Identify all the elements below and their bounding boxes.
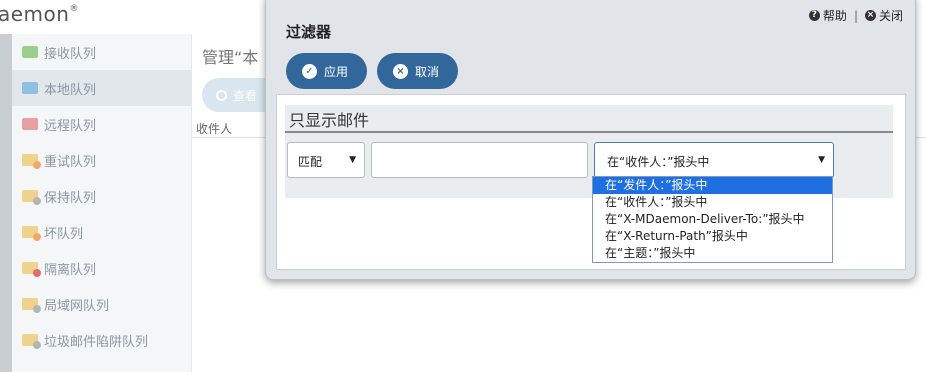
cancel-label: 取消 bbox=[415, 64, 440, 79]
sidebar-item-label: 接收队列 bbox=[44, 46, 97, 62]
apply-button[interactable]: ✓ 应用 bbox=[286, 53, 367, 89]
header-select-value: 在“收件人：”报头中 bbox=[607, 155, 710, 169]
sidebar-item-local-queue[interactable]: 本地队列 bbox=[12, 70, 191, 106]
filter-text-input[interactable] bbox=[371, 142, 588, 178]
local-queue-icon bbox=[22, 82, 38, 94]
sidebar-item-label: 本地队列 bbox=[44, 82, 97, 98]
sidebar-item-retry-queue[interactable]: 重试队列 bbox=[12, 142, 191, 178]
inbox-queue-icon bbox=[22, 46, 38, 58]
help-icon: ? bbox=[808, 10, 820, 21]
left-collapse-strip[interactable]: 霾 bbox=[0, 34, 12, 372]
dialog-top-links: ? 帮助 | × 关闭 bbox=[808, 7, 903, 24]
quarantine-queue-icon bbox=[22, 262, 41, 277]
header-select-dropdown: 在“发件人：”报头中 在“收件人：”报头中 在“X-MDaemon-Delive… bbox=[592, 176, 833, 263]
bad-queue-icon bbox=[22, 226, 41, 241]
dropdown-option-deliver-to[interactable]: 在“X-MDaemon-Deliver-To:”报头中 bbox=[593, 211, 832, 228]
cancel-button[interactable]: × 取消 bbox=[377, 53, 458, 89]
sidebar-item-label: 远程队列 bbox=[44, 118, 97, 134]
lan-queue-icon bbox=[22, 298, 41, 313]
link-divider: | bbox=[853, 8, 858, 23]
sidebar-item-bad-queue[interactable]: 坏队列 bbox=[12, 214, 191, 250]
close-link[interactable]: × 关闭 bbox=[864, 7, 903, 24]
close-label: 关闭 bbox=[878, 9, 903, 23]
sidebar-item-inbound-queue[interactable]: 接收队列 bbox=[12, 34, 191, 70]
dropdown-option-from[interactable]: 在“发件人：”报头中 bbox=[593, 177, 832, 194]
apply-label: 应用 bbox=[324, 64, 349, 79]
dropdown-option-subject[interactable]: 在“主题：”报头中 bbox=[593, 245, 832, 262]
chevron-down-icon: ▼ bbox=[349, 155, 356, 165]
help-label: 帮助 bbox=[822, 9, 847, 23]
view-button-label: 查看 bbox=[233, 89, 258, 103]
section-divider bbox=[285, 131, 893, 133]
sidebar-item-label: 保持队列 bbox=[44, 190, 97, 206]
search-icon bbox=[216, 90, 227, 101]
close-icon: × bbox=[864, 10, 876, 21]
section-title: 只显示邮件 bbox=[289, 111, 370, 130]
sidebar-item-label: 垃圾邮件陷阱队列 bbox=[44, 334, 149, 350]
match-select-value: 匹配 bbox=[298, 155, 323, 169]
hold-queue-icon bbox=[22, 190, 41, 205]
queue-sidebar: 接收队列 本地队列 远程队列 重试队列 保持队列 坏队列 隔离队列 局域网队列 … bbox=[12, 34, 192, 372]
sidebar-item-hold-queue[interactable]: 保持队列 bbox=[12, 178, 191, 214]
chevron-down-icon: ▼ bbox=[818, 155, 825, 165]
sidebar-item-label: 坏队列 bbox=[44, 226, 84, 242]
match-select[interactable]: 匹配 ▼ bbox=[287, 142, 365, 178]
dropdown-option-to[interactable]: 在“收件人：”报头中 bbox=[593, 194, 832, 211]
sidebar-item-remote-queue[interactable]: 远程队列 bbox=[12, 106, 191, 142]
sidebar-item-label: 局域网队列 bbox=[44, 298, 110, 314]
page-title: 管理“本 bbox=[202, 48, 259, 67]
sidebar-item-spam-trap-queue[interactable]: 垃圾邮件陷阱队列 bbox=[12, 322, 191, 358]
close-circle-icon: × bbox=[393, 63, 408, 79]
retry-queue-icon bbox=[22, 154, 41, 169]
app-logo: aemon® bbox=[0, 2, 79, 26]
spam-trap-queue-icon bbox=[22, 334, 41, 349]
sidebar-item-label: 隔离队列 bbox=[44, 262, 97, 278]
sidebar-item-lan-queue[interactable]: 局域网队列 bbox=[12, 286, 191, 322]
sidebar-item-quarantine-queue[interactable]: 隔离队列 bbox=[12, 250, 191, 286]
sidebar-item-label: 重试队列 bbox=[44, 154, 97, 170]
header-select[interactable]: 在“收件人：”报头中 ▼ bbox=[594, 142, 834, 178]
column-header-label: 收件人 bbox=[196, 122, 233, 136]
dialog-title: 过滤器 bbox=[286, 23, 332, 41]
check-icon: ✓ bbox=[302, 63, 317, 79]
remote-queue-icon bbox=[22, 118, 38, 130]
help-link[interactable]: ? 帮助 bbox=[808, 7, 847, 24]
dropdown-option-return-path[interactable]: 在“X-Return-Path”报头中 bbox=[593, 228, 832, 245]
